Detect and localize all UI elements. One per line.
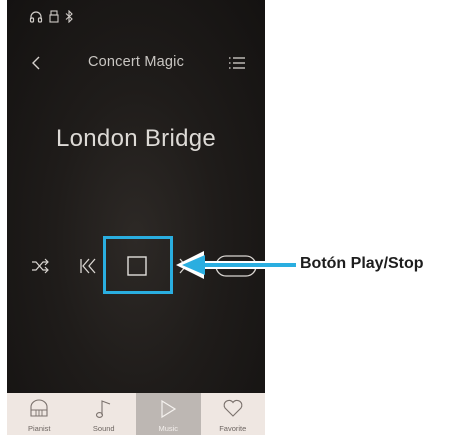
callout-arrow (176, 251, 296, 279)
callout-label: Botón Play/Stop (300, 255, 424, 272)
screenshot-page: Concert Magic London Bridge Pianist Soun… (0, 0, 467, 435)
